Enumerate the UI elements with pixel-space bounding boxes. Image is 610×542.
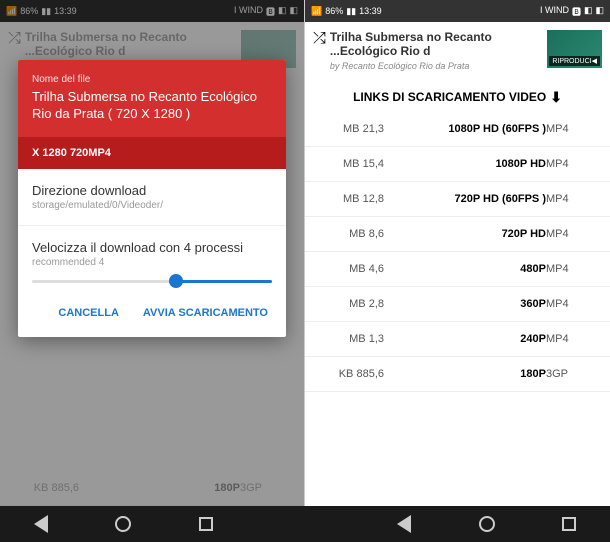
back-button[interactable]	[34, 515, 48, 533]
row-resolution: 1080P HD (60FPS )	[384, 123, 546, 135]
app-header: ◀ RIPRODUCI Trilha Submersa no Recanto E…	[305, 22, 610, 79]
row-format: 3GP	[546, 368, 596, 380]
home-button[interactable]	[115, 516, 131, 532]
phone-right: ◧◧🅱I WIND 13:39▮▮86%📶 ◀ RIPRODUCI Trilha…	[305, 0, 610, 506]
video-author: by Recanto Ecológico Rio da Prata	[330, 61, 539, 71]
row-format: MP4	[546, 193, 596, 205]
row-size: 1,3 MB	[319, 333, 384, 345]
download-icon: ⬇	[550, 89, 562, 106]
speed-label: Velocizza il download con 4 processi	[32, 240, 272, 255]
row-size: 2,8 MB	[319, 298, 384, 310]
row-format: MP4	[546, 158, 596, 170]
row-resolution: 360P	[384, 298, 546, 310]
row-size: 885,6 KB	[319, 368, 384, 380]
row-resolution: 720P HD	[384, 228, 546, 240]
recent-apps-button[interactable]	[562, 517, 576, 531]
row-resolution: 480P	[384, 263, 546, 275]
section-title: ⬇ LINKS DI SCARICAMENTO VIDEO	[305, 79, 610, 112]
row-size: 15,4 MB	[319, 158, 384, 170]
dir-label: Direzione download	[32, 183, 272, 198]
row-format: MP4	[546, 298, 596, 310]
filename-label: Nome del file	[32, 74, 272, 85]
format-bar[interactable]: MP4 720 X 1280	[18, 137, 286, 169]
share-icon[interactable]: ⤮	[313, 30, 326, 48]
download-option-row[interactable]: MP4720P HD8,6 MB	[305, 217, 610, 252]
phone-left: ◧◧🅱I WIND 13:39▮▮86%📶 Trilha Submersa no…	[0, 0, 305, 506]
confirm-button[interactable]: AVVIA SCARICAMENTO	[133, 301, 278, 325]
download-dialog: Nome del file Trilha Submersa no Recanto…	[18, 60, 286, 337]
download-option-row[interactable]: MP4240P1,3 MB	[305, 322, 610, 357]
video-title: Trilha Submersa no Recanto Ecológico Rio…	[330, 30, 539, 59]
format-value: MP4	[88, 147, 272, 159]
speed-slider[interactable]	[32, 280, 272, 283]
download-list: MP41080P HD (60FPS )21,3 MBMP41080P HD15…	[305, 112, 610, 506]
row-size: 12,8 MB	[319, 193, 384, 205]
recent-apps-button[interactable]	[199, 517, 213, 531]
cancel-button[interactable]: CANCELLA	[48, 301, 129, 325]
play-button[interactable]: ◀ RIPRODUCI	[549, 56, 600, 66]
row-format: MP4	[546, 228, 596, 240]
filename-value[interactable]: Trilha Submersa no Recanto Ecológico Rio…	[32, 89, 272, 123]
download-option-row[interactable]: MP41080P HD15,4 MB	[305, 147, 610, 182]
dir-path: /storage/emulated/0/Videoder	[32, 200, 272, 211]
speed-section: Velocizza il download con 4 processi 4 r…	[18, 226, 286, 272]
row-resolution: 720P HD (60FPS )	[384, 193, 546, 205]
download-option-row[interactable]: MP4480P4,6 MB	[305, 252, 610, 287]
resolution-value: 720 X 1280	[32, 147, 88, 159]
row-format: MP4	[546, 263, 596, 275]
android-nav-bar	[0, 506, 610, 542]
speed-sub: 4 recommended	[32, 257, 272, 268]
video-thumbnail[interactable]: ◀ RIPRODUCI	[547, 30, 602, 68]
row-size: 8,6 MB	[319, 228, 384, 240]
download-option-row[interactable]: 3GP180P885,6 KB	[305, 357, 610, 392]
row-size: 21,3 MB	[319, 123, 384, 135]
row-size: 4,6 MB	[319, 263, 384, 275]
row-resolution: 1080P HD	[384, 158, 546, 170]
status-bar: ◧◧🅱I WIND 13:39▮▮86%📶	[305, 0, 610, 22]
row-resolution: 240P	[384, 333, 546, 345]
row-resolution: 180P	[384, 368, 546, 380]
download-dir-section[interactable]: Direzione download /storage/emulated/0/V…	[18, 169, 286, 226]
download-option-row[interactable]: MP4360P2,8 MB	[305, 287, 610, 322]
row-format: MP4	[546, 123, 596, 135]
download-option-row[interactable]: MP41080P HD (60FPS )21,3 MB	[305, 112, 610, 147]
download-option-row[interactable]: MP4720P HD (60FPS )12,8 MB	[305, 182, 610, 217]
back-button[interactable]	[397, 515, 411, 533]
slider-thumb[interactable]	[169, 274, 183, 288]
row-format: MP4	[546, 333, 596, 345]
home-button[interactable]	[479, 516, 495, 532]
